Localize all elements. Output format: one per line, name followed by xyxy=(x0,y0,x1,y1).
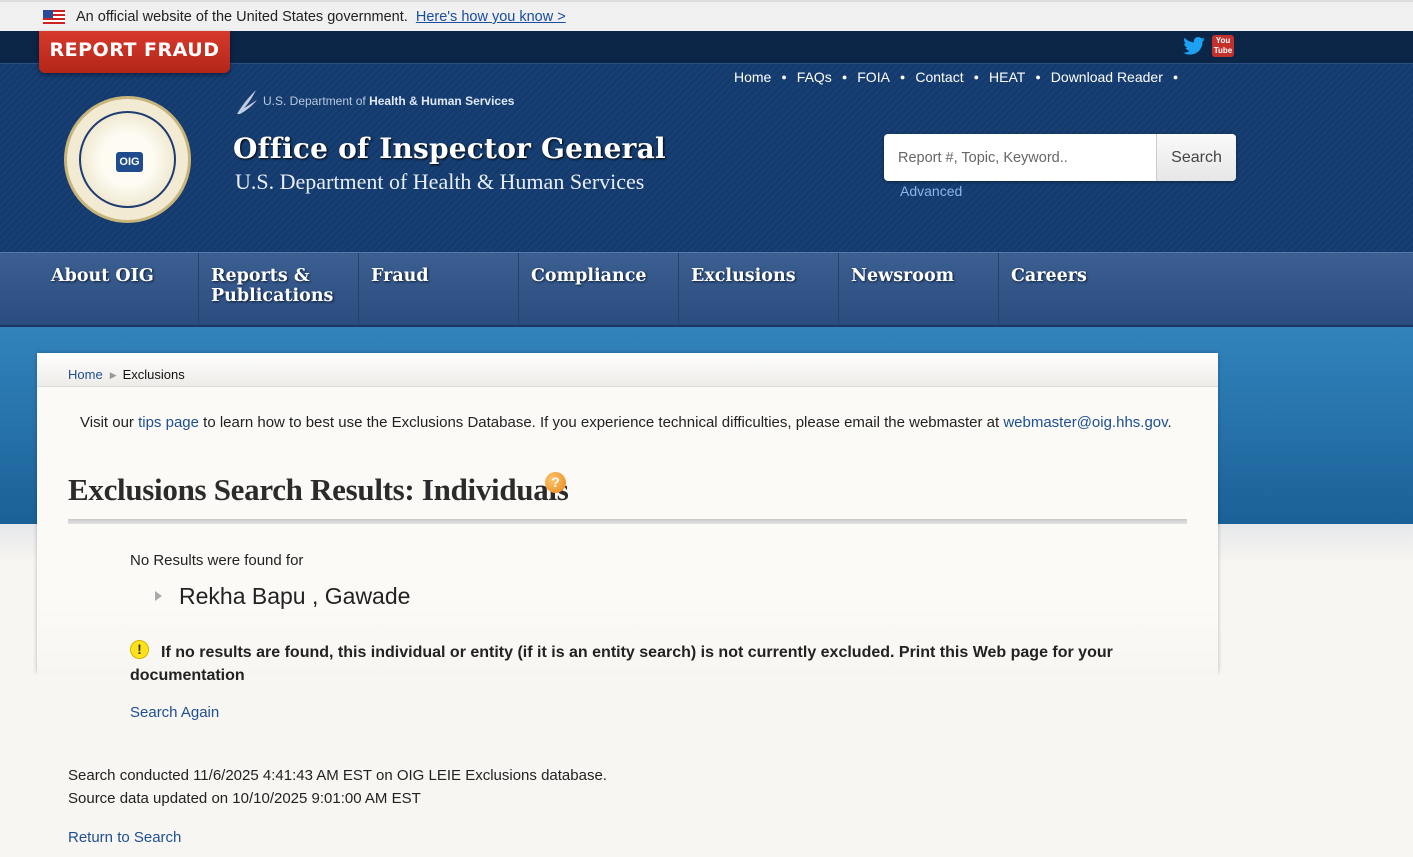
nav-newsroom[interactable]: Newsroom xyxy=(839,253,999,326)
intro-before: Visit our xyxy=(80,414,139,431)
main-nav: About OIG Reports & Publications Fraud C… xyxy=(0,252,1413,327)
hhs-eagle-icon xyxy=(237,90,257,114)
intro-after: . xyxy=(1167,414,1172,431)
nav-about-oig[interactable]: About OIG xyxy=(39,253,199,326)
nav-separator: ● xyxy=(781,72,787,82)
seal-oig-badge: OIG xyxy=(116,152,143,172)
return-to-search-link[interactable]: Return to Search xyxy=(68,829,181,846)
search-conducted-text: Search conducted 11/6/2025 4:41:43 AM ES… xyxy=(68,767,607,784)
gov-banner-text: An official website of the United States… xyxy=(76,9,566,25)
top-nav-faqs[interactable]: FAQs xyxy=(797,69,832,85)
report-fraud-button[interactable]: REPORT FRAUD xyxy=(39,31,230,73)
breadcrumb: Home ▶ Exclusions xyxy=(37,353,1218,387)
gov-banner: An official website of the United States… xyxy=(0,0,1413,31)
heres-how-you-know-link[interactable]: Here's how you know > xyxy=(416,9,566,25)
nav-compliance[interactable]: Compliance xyxy=(519,253,679,326)
nav-separator: ● xyxy=(841,72,848,82)
breadcrumb-home[interactable]: Home xyxy=(68,367,103,382)
hhs-bold: Health & Human Services xyxy=(369,94,515,108)
intro-middle: to learn how to best use the Exclusions … xyxy=(198,414,1004,431)
intro-text: Visit our tips page to learn how to best… xyxy=(80,414,1172,431)
help-icon[interactable]: ? xyxy=(545,472,566,493)
site-subtitle: U.S. Department of Health & Human Servic… xyxy=(235,169,645,194)
top-nav-heat[interactable]: HEAT xyxy=(989,69,1025,85)
webmaster-email-link[interactable]: webmaster@oig.hhs.gov xyxy=(1003,414,1167,431)
page-title: Exclusions Search Results: Individuals xyxy=(68,472,569,507)
advanced-search-link[interactable]: Advanced xyxy=(900,183,962,199)
bullet-arrow-icon xyxy=(155,591,162,601)
youtube-icon[interactable]: You Tube xyxy=(1212,35,1234,57)
top-nav-home[interactable]: Home xyxy=(734,69,771,85)
hhs-department-line: U.S. Department of Health & Human Servic… xyxy=(234,86,514,116)
nav-reports-publications[interactable]: Reports & Publications xyxy=(199,253,359,326)
nav-exclusions[interactable]: Exclusions xyxy=(679,253,839,326)
gov-banner-label: An official website of the United States… xyxy=(76,9,408,25)
top-nav-foia[interactable]: FOIA xyxy=(857,69,890,85)
search-again-link[interactable]: Search Again xyxy=(130,704,219,721)
breadcrumb-current: Exclusions xyxy=(122,366,185,382)
title-divider xyxy=(68,519,1187,524)
twitter-icon[interactable] xyxy=(1183,37,1205,55)
top-nav: Home ● FAQs ● FOIA ● Contact ● HEAT ● Do… xyxy=(734,69,1188,85)
header-search-button[interactable]: Search xyxy=(1156,134,1236,181)
nav-careers[interactable]: Careers xyxy=(999,253,1159,326)
header-search-input[interactable] xyxy=(884,134,1156,181)
hhs-prefix: U.S. Department of xyxy=(263,94,366,108)
breadcrumb-chevron-icon: ▶ xyxy=(109,370,117,380)
tips-page-link[interactable]: tips page xyxy=(138,414,199,431)
top-nav-contact[interactable]: Contact xyxy=(915,69,963,85)
site-title: Office of Inspector General xyxy=(233,132,666,165)
searched-name: Rekha Bapu , Gawade xyxy=(179,583,411,609)
warning-icon: ! xyxy=(130,640,149,659)
no-results-label: No Results were found for xyxy=(130,552,304,569)
nav-fraud[interactable]: Fraud xyxy=(359,253,519,326)
seal-eagle-emblem: OIG xyxy=(79,111,176,208)
source-updated-text: Source data updated on 10/10/2025 9:01:0… xyxy=(68,790,421,807)
nav-separator: ● xyxy=(973,72,980,82)
top-nav-download-reader[interactable]: Download Reader xyxy=(1051,69,1163,85)
header-search: Search xyxy=(884,134,1236,181)
us-flag-icon xyxy=(43,10,65,24)
nav-separator: ● xyxy=(1172,72,1179,82)
nav-separator: ● xyxy=(1035,72,1041,82)
not-excluded-notice: If no results are found, this individual… xyxy=(130,644,1113,684)
nav-separator: ● xyxy=(899,72,906,82)
oig-seal-logo[interactable]: OIG xyxy=(64,96,191,223)
